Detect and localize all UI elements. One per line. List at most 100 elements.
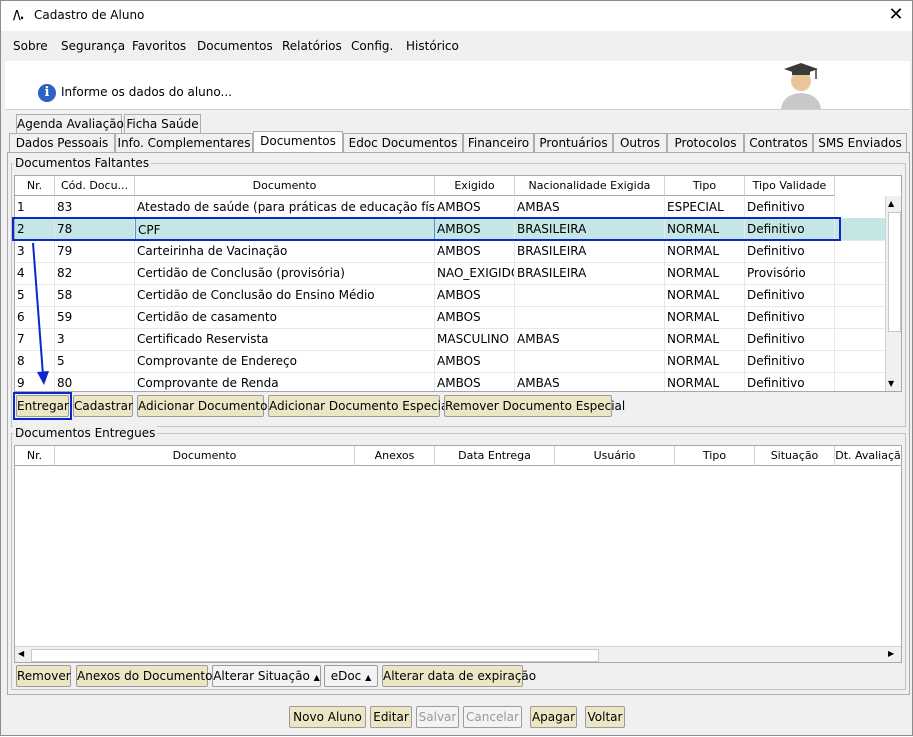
col-documento[interactable]: Documento — [55, 446, 355, 466]
cell-nacionalidade: AMBAS — [515, 372, 665, 391]
col-tipo-validade[interactable]: Tipo Validade — [745, 176, 835, 196]
tab-protocolos[interactable]: Protocolos — [667, 133, 744, 152]
table-row[interactable]: 1 83 Atestado de saúde (para práticas de e… — [15, 196, 885, 219]
cell-tipo: NORMAL — [665, 262, 745, 284]
menu-sobre[interactable]: Sobre — [13, 39, 48, 53]
tab-info-complementares[interactable]: Info. Complementares — [115, 133, 253, 152]
edoc-dropdown[interactable]: eDoc ▲ — [324, 665, 378, 687]
tab-agenda-avaliacao[interactable]: Agenda Avaliação — [16, 114, 124, 133]
cell-tipo: NORMAL — [665, 328, 745, 350]
cell-exigido: AMBOS — [435, 306, 515, 328]
novo-aluno-button[interactable]: Novo Aluno — [289, 706, 366, 728]
table-row[interactable]: 3 79 Carteirinha de Vacinação AMBOS BRASILEI… — [15, 240, 885, 263]
col-usuario[interactable]: Usuário — [555, 446, 675, 466]
caret-up-icon: ▲ — [313, 673, 320, 682]
tab-dados-pessoais[interactable]: Dados Pessoais — [9, 133, 115, 152]
adicionar-documento-button[interactable]: Adicionar Documento — [137, 395, 267, 417]
col-tipo[interactable]: Tipo — [665, 176, 745, 196]
cell-tipo: NORMAL — [665, 372, 745, 391]
menu-seguranca[interactable]: Segurança — [61, 39, 125, 53]
cadastrar-button[interactable]: Cadastrar — [73, 395, 133, 417]
alterar-data-expiracao-button[interactable]: Alterar data de expiração — [382, 665, 536, 687]
tab-financeiro[interactable]: Financeiro — [463, 133, 534, 152]
scroll-down-icon[interactable]: ▼ — [888, 379, 894, 388]
apagar-button[interactable]: Apagar — [530, 706, 577, 728]
cell-documento: Certidão de casamento — [135, 306, 435, 328]
remover-button[interactable]: Remover — [16, 665, 71, 687]
table-row[interactable]: 5 58 Certidão de Conclusão do Ensino Médio… — [15, 284, 885, 307]
cell-nacionalidade: BRASILEIRA — [515, 262, 665, 284]
scroll-left-icon[interactable]: ◀ — [18, 649, 24, 658]
close-icon[interactable]: ✕ — [885, 4, 907, 26]
menu-relatorios[interactable]: Relatórios — [282, 39, 342, 53]
cell-cod: 79 — [55, 240, 135, 262]
cell-tipo-validade: Definitivo — [745, 196, 835, 218]
col-anexos[interactable]: Anexos — [355, 446, 435, 466]
table-row[interactable]: 8 5 Comprovante de Endereço AMBOS NORMAL Defi… — [15, 350, 885, 373]
col-nacionalidade[interactable]: Nacionalidade Exigida — [515, 176, 665, 196]
menu-config[interactable]: Config. — [351, 39, 393, 53]
voltar-button[interactable]: Voltar — [585, 706, 625, 728]
tab-edoc-documentos[interactable]: Edoc Documentos — [343, 133, 463, 152]
cell-tipo-validade: Definitivo — [745, 306, 835, 328]
scroll-right-icon[interactable]: ▶ — [888, 649, 894, 658]
cell-cod: 58 — [55, 284, 135, 306]
entregues-table[interactable]: Nr. Documento Anexos Data Entrega Usuári… — [14, 445, 902, 663]
col-cod[interactable]: Cód. Docu... — [55, 176, 135, 196]
cell-tipo-validade: Definitivo — [745, 350, 835, 372]
table-row[interactable]: 7 3 Certificado Reservista MASCULINO AMBAS NO… — [15, 328, 885, 351]
cell-exigido: AMBOS — [435, 350, 515, 372]
cell-cod: 3 — [55, 328, 135, 350]
hscroll-thumb[interactable] — [31, 649, 599, 662]
faltantes-vscrollbar[interactable]: ▲ ▼ — [885, 196, 901, 391]
col-data-entrega[interactable]: Data Entrega — [435, 446, 555, 466]
tab-outros[interactable]: Outros — [613, 133, 667, 152]
menu-favoritos[interactable]: Favoritos — [132, 39, 186, 53]
cell-nacionalidade — [515, 350, 665, 372]
col-nr[interactable]: Nr. — [15, 446, 55, 466]
tab-prontuarios[interactable]: Prontuários — [534, 133, 613, 152]
alterar-situacao-dropdown[interactable]: Alterar Situação ▲ — [212, 665, 321, 687]
col-documento[interactable]: Documento — [135, 176, 435, 196]
cell-cod: 80 — [55, 372, 135, 391]
editar-button[interactable]: Editar — [370, 706, 412, 728]
col-dt-avaliacao[interactable]: Dt. Avaliaçã — [835, 446, 901, 466]
anexos-documento-button[interactable]: Anexos do Documento — [76, 665, 212, 687]
app-logo-icon: /\. — [13, 8, 24, 22]
cell-tipo-validade: Definitivo — [745, 372, 835, 391]
tab-documentos[interactable]: Documentos — [253, 131, 343, 152]
cell-tipo: ESPECIAL — [665, 196, 745, 218]
cell-exigido: AMBOS — [435, 284, 515, 306]
title-bar: /\. Cadastro de Aluno ✕ — [1, 1, 912, 31]
faltantes-table[interactable]: Nr. Cód. Docu... Documento Exigido Nacio… — [14, 175, 902, 392]
col-exigido[interactable]: Exigido — [435, 176, 515, 196]
tab-sms-enviados[interactable]: SMS Enviados — [813, 133, 907, 152]
entregues-hscrollbar[interactable]: ◀ ▶ — [15, 646, 901, 662]
table-row[interactable]: 9 80 Comprovante de Renda AMBOS AMBAS NORMAL D… — [15, 372, 885, 391]
cell-exigido: MASCULINO — [435, 328, 515, 350]
cell-cod: 59 — [55, 306, 135, 328]
menu-historico[interactable]: Histórico — [406, 39, 459, 53]
cell-tipo: NORMAL — [665, 306, 745, 328]
remover-documento-especial-button[interactable]: Remover Documento Especial — [444, 395, 625, 417]
cell-documento: Comprovante de Renda — [135, 372, 435, 391]
menu-documentos[interactable]: Documentos — [197, 39, 273, 53]
cell-nacionalidade: AMBAS — [515, 328, 665, 350]
cell-tipo: NORMAL — [665, 284, 745, 306]
cell-cod: 83 — [55, 196, 135, 218]
table-row[interactable]: 4 82 Certidão de Conclusão (provisória) NAO… — [15, 262, 885, 285]
cancelar-button[interactable]: Cancelar — [463, 706, 522, 728]
col-nr[interactable]: Nr. — [15, 176, 55, 196]
scroll-thumb[interactable] — [888, 212, 901, 332]
tab-ficha-saude[interactable]: Ficha Saúde — [124, 114, 201, 133]
cell-nr: 4 — [15, 262, 55, 284]
tab-contratos[interactable]: Contratos — [744, 133, 813, 152]
window-title: Cadastro de Aluno — [34, 8, 145, 22]
col-situacao[interactable]: Situação — [755, 446, 835, 466]
salvar-button[interactable]: Salvar — [416, 706, 459, 728]
scroll-up-icon[interactable]: ▲ — [888, 199, 894, 208]
table-row[interactable]: 6 59 Certidão de casamento AMBOS NORMAL Defin… — [15, 306, 885, 329]
col-tipo[interactable]: Tipo — [675, 446, 755, 466]
cell-tipo-validade: Provisório — [745, 262, 835, 284]
adicionar-documento-especial-button[interactable]: Adicionar Documento Especial — [268, 395, 452, 417]
